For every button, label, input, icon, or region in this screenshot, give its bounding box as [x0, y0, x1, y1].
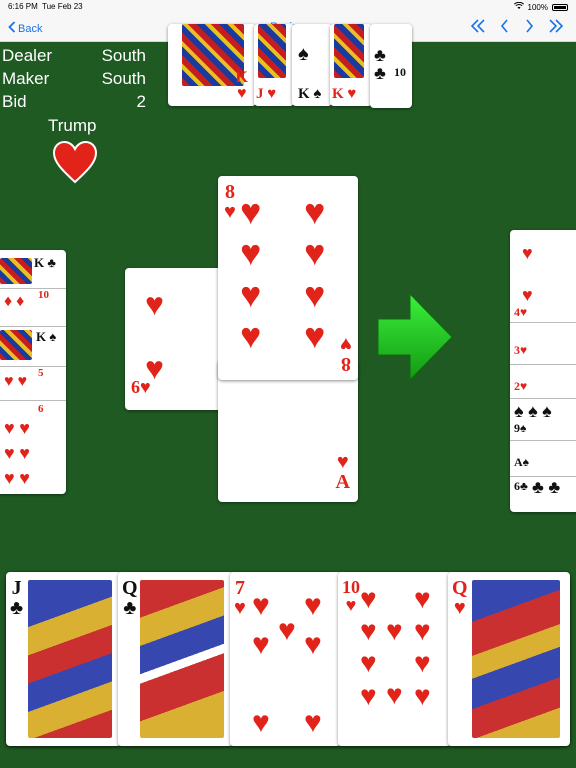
west-card-1-index: K ♣: [34, 255, 56, 270]
east-divider-4: [510, 440, 576, 441]
status-time: 6:16 PM: [8, 2, 38, 11]
south-card-3-pips-right: ♥ ♥ ♥: [304, 589, 322, 739]
west-card-4-pips: ♥ ♥: [4, 373, 27, 390]
south-card-2-index: Q ♣: [122, 577, 138, 619]
west-card-1-art: [0, 258, 32, 284]
trick-card-eight-hearts: 8 ♥ 8 ♥ ♥ ♥ ♥ ♥ ♥ ♥ ♥ ♥: [218, 176, 358, 380]
west-divider-1: [0, 288, 66, 289]
east-hand-stack: ♥ ♥ 4♥ 3♥ 2♥ ♠ ♠ ♠ 9♠ A♠ 6♣ ♣ ♣: [510, 230, 576, 512]
wifi-icon: [513, 1, 524, 12]
north-card-1-index: K ♥: [235, 69, 248, 102]
east-card-3-index: 2♥: [514, 379, 528, 393]
north-card-5-index: 10: [394, 65, 406, 79]
south-card-3-pips-left: ♥ ♥ ♥: [252, 589, 270, 739]
south-card-3-pip-center: ♥: [278, 614, 296, 647]
dealer-value: South: [101, 46, 146, 65]
south-card-2-art: [140, 580, 224, 738]
south-card-3-index: 7 ♥: [234, 577, 246, 619]
east-divider-2: [510, 364, 576, 365]
south-card-4-index: 10 ♥: [342, 577, 360, 615]
battery-percent: 100%: [527, 2, 548, 12]
south-card-1-art: [28, 580, 112, 738]
west-hand-stack: K ♣ ♦ ♦ 10 K ♠ ♥ ♥ 5 ♥ ♥ ♥ ♥ ♥ ♥ 6: [0, 250, 66, 494]
eight-hearts-index-bottom: 8 ♥: [340, 333, 352, 375]
maker-row: Maker South: [2, 69, 146, 89]
north-card-3-pip: ♠: [298, 43, 309, 65]
south-card-4-pips-right: ♥ ♥ ♥ ♥: [414, 584, 431, 712]
ace-hearts-index: ♥ A: [335, 451, 350, 493]
bid-value: 2: [136, 92, 146, 111]
west-card-5-index: 6: [38, 403, 44, 415]
east-card-5-index: A♠: [514, 455, 530, 469]
maker-value: South: [101, 69, 146, 88]
first-trick-button[interactable]: [470, 19, 486, 36]
east-card-1-pip-2: ♥: [522, 285, 533, 305]
eight-hearts-index-top: 8 ♥: [224, 181, 236, 223]
south-card-4-pips-left: ♥ ♥ ♥ ♥: [360, 584, 377, 712]
east-divider-3: [510, 398, 576, 399]
west-card-3-index: K ♠: [36, 329, 57, 344]
west-card-5-pips: ♥ ♥ ♥ ♥ ♥ ♥: [4, 418, 30, 489]
east-card-4-pips: ♠ ♠ ♠: [514, 401, 552, 421]
north-card-4: K ♥: [330, 24, 372, 106]
east-card-6-index: 6♣: [514, 479, 528, 493]
west-divider-2: [0, 326, 66, 327]
north-card-4-index: K ♥: [332, 86, 357, 102]
south-card-5-art: [472, 580, 560, 738]
north-card-3-index: K ♠: [298, 86, 322, 102]
south-card-4[interactable]: 10 ♥ ♥ ♥ ♥ ♥ ♥ ♥ ♥ ♥ ♥ ♥: [338, 572, 450, 746]
trump-heart-icon: [52, 140, 98, 186]
south-card-5-index: Q ♥: [452, 577, 468, 619]
east-card-2-index: 3♥: [514, 343, 528, 357]
south-card-2[interactable]: Q ♣: [118, 572, 232, 746]
next-trick-button[interactable]: [524, 19, 534, 36]
trick-card-ace-hearts: ♥ A: [218, 360, 358, 502]
north-card-2-index: J ♥: [256, 86, 277, 102]
previous-trick-button[interactable]: [500, 19, 510, 36]
north-card-2: J ♥: [254, 24, 294, 106]
east-card-1-pip: ♥: [522, 243, 533, 263]
six-hearts-index: 6♥: [131, 377, 151, 397]
south-card-1-index: J ♣: [10, 577, 24, 619]
bid-row: Bid 2: [2, 92, 146, 112]
dealer-row: Dealer South: [2, 46, 146, 66]
north-card-4-art: [334, 24, 364, 78]
west-card-4-index: 5: [38, 367, 44, 379]
south-card-4-pips-center: ♥ ♥: [386, 616, 403, 712]
south-card-5[interactable]: Q ♥: [448, 572, 570, 746]
west-divider-3: [0, 366, 66, 367]
north-card-3: ♠ K ♠: [292, 24, 332, 106]
east-card-6-pips: ♣ ♣: [532, 477, 561, 497]
turn-arrow-right-icon: [376, 292, 454, 382]
eight-hearts-pips-left: ♥ ♥ ♥ ♥: [240, 192, 262, 357]
status-date: Tue Feb 23: [42, 2, 83, 11]
trump-label: Trump: [48, 116, 97, 135]
east-card-1-index: 4♥: [514, 305, 528, 319]
north-card-2-art: [258, 24, 286, 78]
battery-icon: [552, 3, 568, 11]
status-right: 100%: [513, 1, 568, 12]
south-card-1[interactable]: J ♣: [6, 572, 120, 746]
east-divider-1: [510, 322, 576, 323]
status-bar: 6:16 PM Tue Feb 23 100%: [0, 0, 576, 14]
north-card-5: ♣ ♣ 10: [370, 24, 412, 108]
eight-hearts-pips-right: ♥ ♥ ♥ ♥: [304, 192, 326, 357]
six-hearts-pip-1: ♥: [145, 286, 164, 322]
west-card-2-pips: ♦ ♦: [4, 293, 25, 310]
north-card-5-pips: ♣ ♣: [374, 45, 386, 83]
north-card-1: K ♥: [168, 24, 256, 106]
bid-label: Bid: [2, 92, 27, 111]
west-divider-4: [0, 400, 66, 401]
west-card-3-art: [0, 330, 32, 360]
last-trick-button[interactable]: [548, 19, 564, 36]
maker-label: Maker: [2, 69, 50, 88]
dealer-label: Dealer: [2, 46, 53, 65]
east-card-4-index: 9♠: [514, 421, 527, 435]
west-card-2-index: 10: [38, 289, 49, 301]
south-card-3[interactable]: 7 ♥ ♥ ♥ ♥ ♥ ♥ ♥ ♥: [230, 572, 340, 746]
